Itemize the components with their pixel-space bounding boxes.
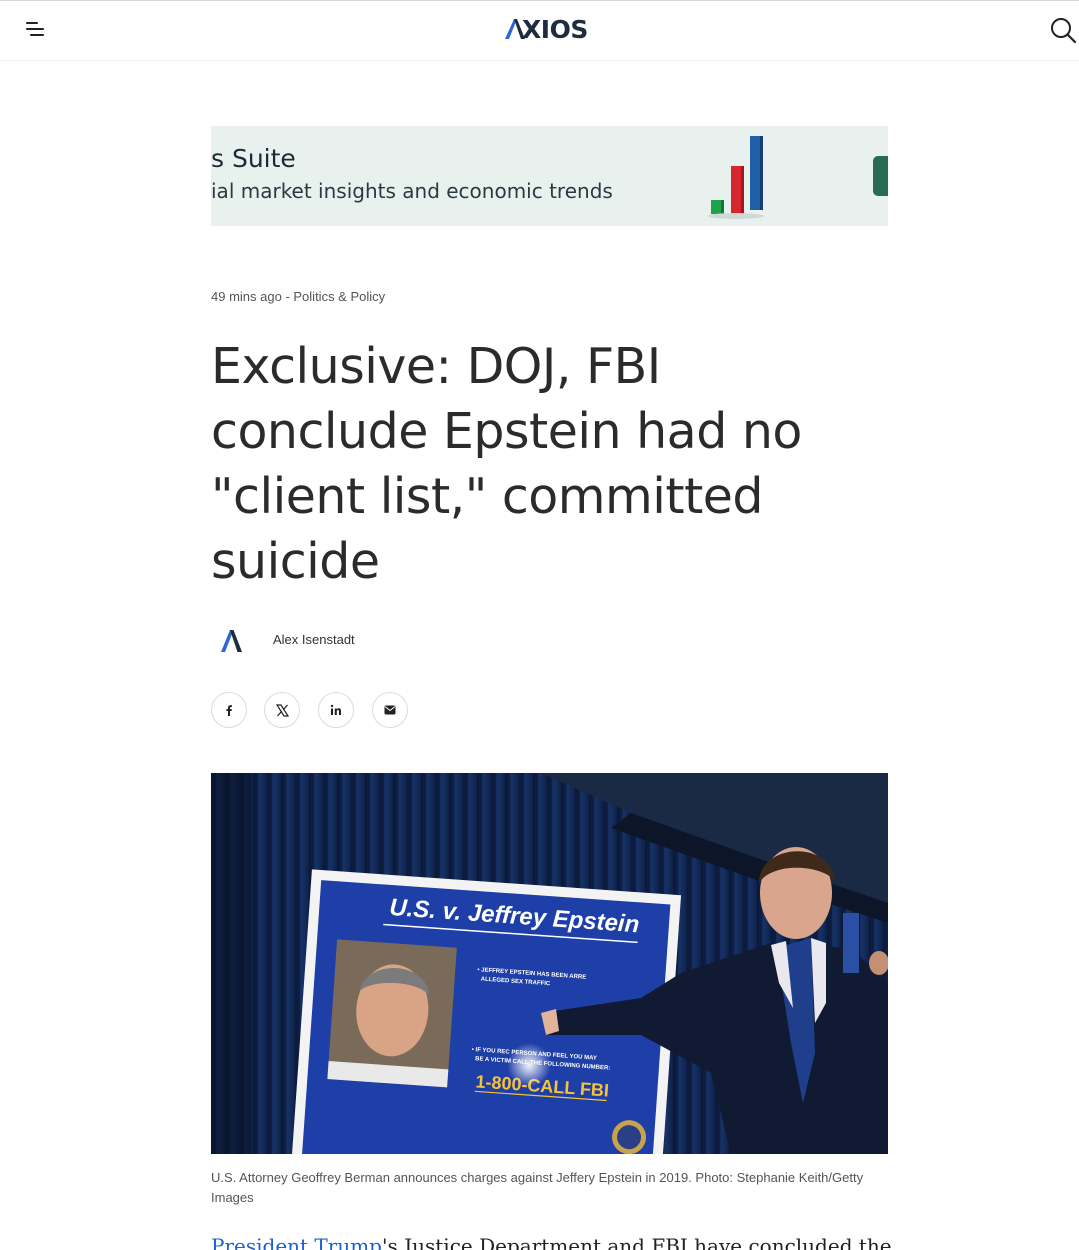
share-linkedin-button[interactable] [318,692,354,728]
x-icon [275,703,289,717]
search-icon[interactable] [1050,17,1077,44]
article-headline: Exclusive: DOJ, FBI conclude Epstein had… [211,338,802,590]
photo-caption: U.S. Attorney Geoffrey Berman announces … [211,1170,864,1205]
president-trump-link[interactable]: President Trump [211,1234,382,1250]
ad-subtitle: ial market insights and economic trends [211,179,613,203]
share-facebook-button[interactable] [211,692,247,728]
menu-icon[interactable] [22,18,52,42]
article-photo: U.S. v. Jeffrey Epstein • JEFFREY EPSTEI… [211,773,888,1154]
ad-side-tab [873,156,888,196]
ad-banner[interactable]: s Suite ial market insights and economic… [211,126,888,226]
body-text-rest: 's Justice Department and FBI have concl… [381,1234,891,1250]
email-icon [384,705,396,715]
axios-logo[interactable]: XIOS [505,15,588,44]
ad-title: s Suite [211,144,296,173]
author-name-link[interactable]: Alex Isenstadt [273,632,355,647]
ad-bar-chart-graphic [708,136,764,219]
share-email-button[interactable] [372,692,408,728]
article-category-link[interactable]: Politics & Policy [293,289,385,304]
meta-separator: - [281,289,294,304]
linkedin-icon [330,704,341,715]
share-x-button[interactable] [264,692,300,728]
author-avatar [211,621,251,661]
facebook-icon [226,705,232,716]
article-time: 49 mins ago [211,289,282,304]
article-body-first-line: President Trump's Justice Department and… [211,1232,891,1250]
logo-text: XIOS [522,15,588,44]
article-meta: 49 mins ago - Politics & Policy [211,289,385,304]
top-nav-bar: XIOS [0,0,1079,61]
